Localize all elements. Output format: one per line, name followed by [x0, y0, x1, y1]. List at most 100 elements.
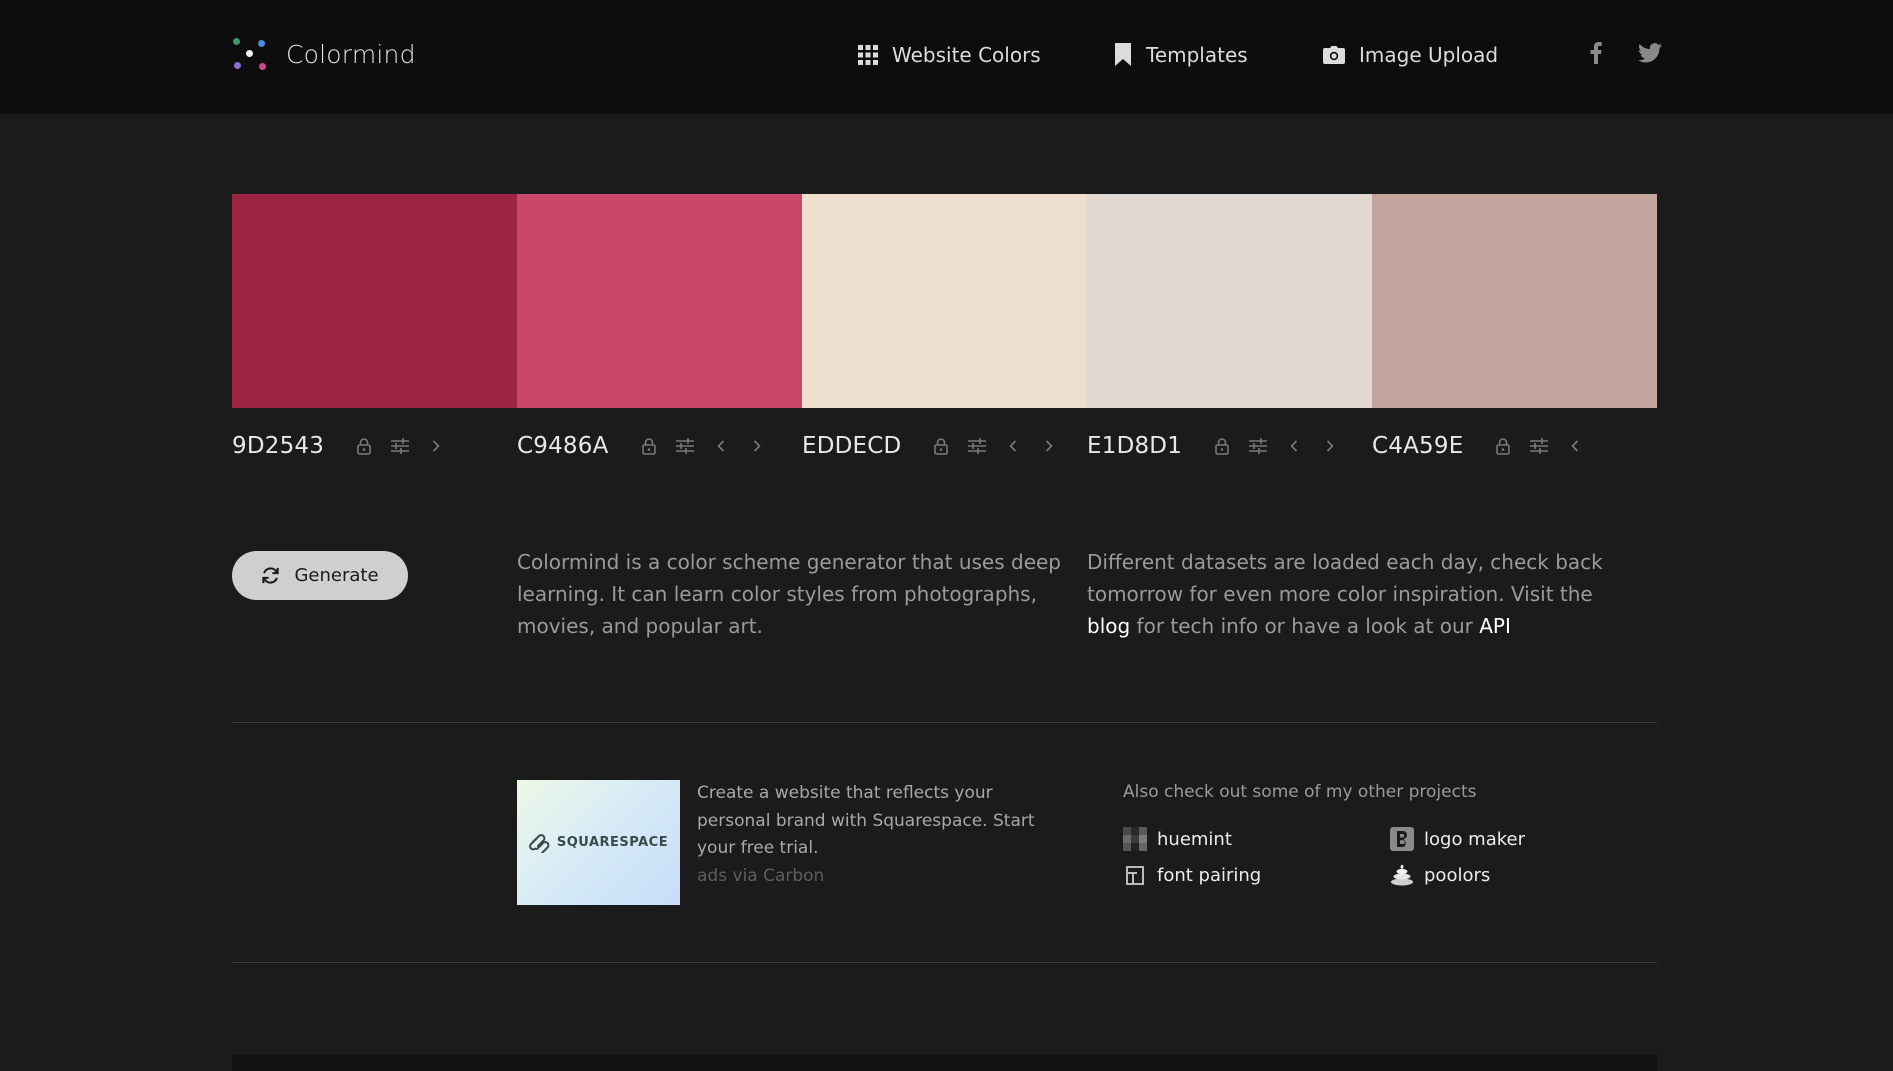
about-text: Colormind is a color scheme generator th…: [517, 546, 1077, 642]
font-pairing-icon: [1123, 863, 1147, 887]
ad-copy: Create a website that reflects your pers…: [697, 780, 1057, 890]
blog-link[interactable]: blog: [1087, 614, 1130, 638]
generate-label: Generate: [294, 565, 379, 586]
chevron-left-icon: [1290, 440, 1298, 452]
chevron-right-icon: [1046, 440, 1054, 452]
brand-home-link[interactable]: Colormind: [232, 36, 416, 72]
divider: [232, 722, 1657, 723]
sliders-icon: [675, 438, 694, 454]
nav-label: Website Colors: [892, 43, 1041, 67]
chevron-right-icon: [1326, 440, 1334, 452]
lock-button[interactable]: [346, 432, 382, 460]
huemint-icon: [1123, 827, 1147, 851]
bookmark-icon: [1115, 43, 1131, 66]
top-navigation-bar: Colormind Website Colors Templates Image…: [0, 0, 1893, 114]
info-line-links: blog for tech info or have a look at our…: [1087, 610, 1647, 642]
project-link-huemint[interactable]: huemint: [1123, 825, 1232, 853]
color-swatch-1[interactable]: [232, 194, 517, 408]
colormind-logo-icon: [232, 36, 268, 72]
lock-icon: [357, 437, 371, 455]
sliders-icon: [1530, 438, 1549, 454]
adjust-button[interactable]: [1240, 432, 1276, 460]
facebook-link[interactable]: [1584, 40, 1608, 66]
move-right-button[interactable]: [1031, 432, 1067, 460]
chevron-left-icon: [1009, 440, 1017, 452]
grid-icon: [858, 45, 878, 65]
info-line: tomorrow for even more color inspiration…: [1087, 582, 1593, 606]
twitter-icon: [1638, 43, 1662, 63]
info-middle-text: for tech info or have a look at our: [1130, 614, 1480, 638]
move-left-button[interactable]: [1276, 432, 1312, 460]
project-link-logo-maker[interactable]: logo maker: [1390, 825, 1525, 853]
move-right-button[interactable]: [1312, 432, 1348, 460]
hex-code[interactable]: E1D8D1: [1087, 433, 1182, 459]
swatch-controls-3: EDDECD: [802, 430, 1067, 462]
about-line: Colormind is a color scheme generator th…: [517, 550, 1061, 574]
hex-code[interactable]: C4A59E: [1372, 433, 1463, 459]
ad-body-link[interactable]: Create a website that reflects your pers…: [697, 780, 1057, 863]
facebook-icon: [1590, 42, 1602, 64]
poolors-icon: [1390, 863, 1414, 887]
divider: [232, 962, 1657, 963]
swatch-controls-1: 9D2543: [232, 430, 454, 462]
ads-via-carbon-link[interactable]: ads via Carbon: [697, 863, 1057, 891]
squarespace-logo-icon: [528, 833, 550, 853]
move-right-button[interactable]: [739, 432, 775, 460]
color-swatch-3[interactable]: [802, 194, 1087, 408]
lock-icon: [934, 437, 949, 455]
about-line: movies, and popular art.: [517, 614, 763, 638]
move-left-button[interactable]: [995, 432, 1031, 460]
footer-strip: [232, 1055, 1657, 1071]
chevron-left-icon: [716, 440, 724, 452]
lock-button[interactable]: [923, 432, 959, 460]
twitter-link[interactable]: [1638, 40, 1662, 66]
project-link-poolors[interactable]: poolors: [1390, 861, 1490, 889]
lock-icon: [1215, 437, 1229, 455]
color-palette: [232, 194, 1657, 408]
color-swatch-2[interactable]: [517, 194, 802, 408]
adjust-button[interactable]: [667, 432, 703, 460]
api-link[interactable]: API: [1479, 614, 1511, 638]
chevron-left-icon: [1571, 440, 1579, 452]
swatch-controls-4: E1D8D1: [1087, 430, 1348, 462]
generate-button[interactable]: Generate: [232, 551, 408, 600]
color-swatch-4[interactable]: [1087, 194, 1372, 408]
projects-heading: Also check out some of my other projects: [1123, 782, 1477, 802]
about-line: learning. It can learn color styles from…: [517, 582, 1037, 606]
swatch-controls-2: C9486A: [517, 430, 775, 462]
lock-button[interactable]: [1485, 432, 1521, 460]
info-line: Different datasets are loaded each day, …: [1087, 550, 1603, 574]
brand-name: Colormind: [286, 39, 416, 69]
nav-website-colors[interactable]: Website Colors: [858, 40, 1041, 70]
move-left-button[interactable]: [1557, 432, 1593, 460]
ad-brand-text: SQUARESPACE: [556, 835, 669, 850]
move-right-button[interactable]: [418, 432, 454, 460]
swatch-controls-5: C4A59E: [1372, 430, 1593, 462]
info-text: Different datasets are loaded each day, …: [1087, 546, 1647, 642]
sliders-icon: [391, 438, 410, 454]
project-label: logo maker: [1424, 828, 1525, 850]
refresh-icon: [262, 567, 280, 584]
squarespace-ad-image[interactable]: SQUARESPACE: [517, 780, 680, 905]
logo-maker-icon: [1390, 827, 1414, 851]
nav-templates[interactable]: Templates: [1114, 40, 1248, 70]
hex-code[interactable]: EDDECD: [802, 433, 901, 459]
project-label: font pairing: [1157, 864, 1262, 886]
hex-code[interactable]: C9486A: [517, 433, 609, 459]
project-label: poolors: [1424, 864, 1491, 886]
nav-label: Templates: [1146, 43, 1248, 67]
camera-icon: [1323, 46, 1345, 64]
nav-image-upload[interactable]: Image Upload: [1323, 40, 1498, 70]
lock-button[interactable]: [631, 432, 667, 460]
move-left-button[interactable]: [703, 432, 739, 460]
project-link-font-pairing[interactable]: font pairing: [1123, 861, 1261, 889]
sliders-icon: [968, 438, 987, 454]
adjust-button[interactable]: [1521, 432, 1557, 460]
hex-code[interactable]: 9D2543: [232, 433, 324, 459]
color-swatch-5[interactable]: [1372, 194, 1657, 408]
adjust-button[interactable]: [959, 432, 995, 460]
adjust-button[interactable]: [382, 432, 418, 460]
lock-button[interactable]: [1204, 432, 1240, 460]
nav-label: Image Upload: [1359, 43, 1499, 67]
sliders-icon: [1249, 438, 1268, 454]
